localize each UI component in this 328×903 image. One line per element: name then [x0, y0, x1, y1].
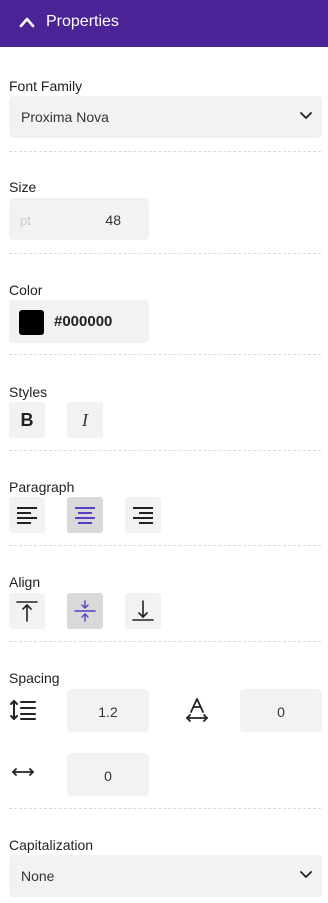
styles-label: Styles	[9, 384, 48, 400]
align-top-icon	[16, 601, 38, 622]
word-spacing-icon	[12, 768, 34, 776]
capitalization-label: Capitalization	[9, 837, 94, 853]
divider	[9, 354, 321, 355]
panel-title: Properties	[46, 13, 119, 30]
align-label: Align	[9, 574, 41, 590]
size-unit: pt	[20, 213, 31, 228]
align-center-icon	[75, 507, 95, 524]
align-right-button[interactable]	[125, 497, 161, 533]
align-middle-icon	[74, 600, 96, 622]
spacing-label: Spacing	[9, 670, 60, 686]
font-family-label: Font Family	[9, 78, 83, 94]
italic-button[interactable]: I	[67, 402, 103, 438]
divider	[9, 151, 321, 152]
bold-button[interactable]: B	[9, 402, 45, 438]
align-bottom-icon	[132, 600, 154, 621]
divider	[9, 450, 321, 451]
capitalization-value: None	[21, 868, 55, 884]
align-center-button[interactable]	[67, 497, 103, 533]
color-label: Color	[9, 282, 43, 298]
size-input[interactable]: pt 48	[9, 198, 149, 240]
letter-spacing-icon	[186, 698, 208, 722]
align-middle-button[interactable]	[67, 593, 103, 629]
align-left-icon	[17, 507, 37, 524]
chevron-down-icon	[300, 112, 312, 119]
line-height-value: 1.2	[98, 704, 118, 720]
chevron-up-icon[interactable]	[19, 15, 35, 29]
font-family-select[interactable]: Proxima Nova	[9, 96, 322, 138]
line-height-icon	[10, 700, 36, 720]
divider	[9, 545, 321, 546]
size-value: 48	[105, 212, 121, 228]
chevron-down-icon	[300, 871, 312, 878]
font-family-value: Proxima Nova	[21, 109, 109, 125]
divider	[9, 641, 321, 642]
size-label: Size	[9, 179, 37, 195]
properties-header[interactable]: Properties	[0, 0, 328, 47]
capitalization-select[interactable]: None	[9, 855, 322, 897]
align-top-button[interactable]	[9, 593, 45, 629]
word-spacing-input[interactable]: 0	[67, 753, 149, 796]
color-swatch[interactable]	[19, 310, 44, 335]
align-bottom-button[interactable]	[125, 593, 161, 629]
divider	[9, 253, 321, 254]
align-right-icon	[133, 507, 153, 524]
letter-spacing-value: 0	[277, 704, 285, 720]
color-picker[interactable]: #000000	[9, 300, 149, 343]
paragraph-label: Paragraph	[9, 479, 75, 495]
divider	[9, 808, 321, 809]
line-height-input[interactable]: 1.2	[67, 689, 149, 732]
word-spacing-value: 0	[104, 768, 112, 784]
color-hex-value: #000000	[54, 313, 113, 330]
letter-spacing-input[interactable]: 0	[240, 689, 322, 732]
align-left-button[interactable]	[9, 497, 45, 533]
